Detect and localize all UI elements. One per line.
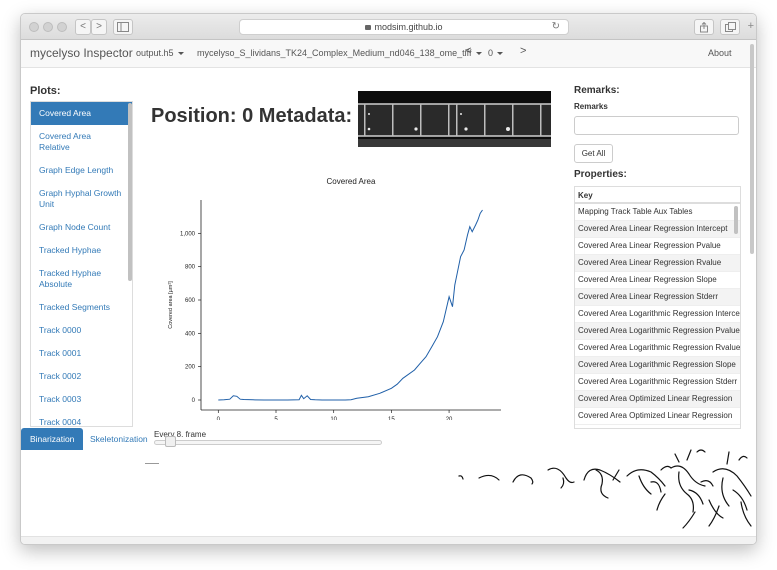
frame-slider-label: Every 8. frame bbox=[154, 430, 207, 439]
divider bbox=[145, 463, 159, 464]
plots-list-scrollbar[interactable] bbox=[128, 103, 132, 281]
property-row[interactable]: Mapping Track Table Aux Tables bbox=[575, 204, 740, 221]
chevron-down-icon bbox=[475, 52, 482, 56]
plot-item-graph-edge-length[interactable]: Graph Edge Length bbox=[31, 159, 132, 182]
y-tick-label: 1,000 bbox=[180, 231, 196, 237]
page-scrollbar[interactable] bbox=[750, 44, 754, 254]
property-row[interactable]: Covered Area Optimized Linear Regression bbox=[575, 408, 740, 425]
tabs-icon bbox=[724, 22, 736, 32]
frame-slider-track[interactable] bbox=[154, 440, 382, 445]
property-row[interactable]: Covered Area Optimized Linear Regression bbox=[575, 391, 740, 408]
sidebar-toggle-button[interactable] bbox=[113, 19, 133, 35]
covered-area-chart: Covered Area02004006008001,00005101520Ti… bbox=[168, 177, 501, 420]
property-row[interactable]: Covered Area Linear Regression Intercept bbox=[575, 221, 740, 238]
file-dropdown[interactable]: output.h5 bbox=[136, 48, 184, 58]
zoom-window-icon[interactable] bbox=[57, 22, 67, 32]
x-tick-label: 15 bbox=[388, 417, 395, 420]
position-dropdown-label: 0 bbox=[488, 48, 494, 58]
file-dropdown-label: output.h5 bbox=[136, 48, 174, 58]
get-all-button[interactable]: Get All bbox=[574, 144, 613, 163]
new-tab-button[interactable]: + bbox=[748, 20, 754, 32]
property-row[interactable]: Covered Area Logarithmic Regression Stde… bbox=[575, 374, 740, 391]
remarks-label: Remarks bbox=[574, 102, 608, 111]
x-tick-label: 20 bbox=[446, 417, 453, 420]
browser-titlebar: < > modsim.github.io ↻ + bbox=[21, 14, 756, 40]
property-row[interactable]: Covered Area Linear Regression Stderr bbox=[575, 289, 740, 306]
x-tick-label: 0 bbox=[217, 417, 221, 420]
chevron-down-icon bbox=[177, 52, 184, 56]
app-navbar: mycelyso Inspector output.h5 mycelyso_S_… bbox=[21, 40, 756, 68]
share-button[interactable] bbox=[694, 19, 714, 35]
url-text: modsim.github.io bbox=[374, 22, 443, 32]
plot-item-tracked-hyphae-absolute[interactable]: Tracked Hyphae Absolute bbox=[31, 262, 132, 296]
plots-heading: Plots: bbox=[30, 85, 61, 97]
plot-item-tracked-hyphae[interactable]: Tracked Hyphae bbox=[31, 239, 132, 262]
position-metadata-title: Position: 0 Metadata: bbox=[151, 105, 353, 127]
dataset-dropdown[interactable]: mycelyso_S_lividans_TK24_Complex_Medium_… bbox=[197, 48, 482, 58]
tab-binarization[interactable]: Binarization bbox=[21, 428, 84, 450]
plot-item-covered-area[interactable]: Covered Area bbox=[31, 102, 132, 125]
y-tick-label: 400 bbox=[185, 331, 196, 337]
y-tick-label: 600 bbox=[185, 298, 196, 304]
properties-table: Key Mapping Track Table Aux Tables Cover… bbox=[574, 186, 741, 429]
properties-heading: Properties: bbox=[574, 169, 627, 180]
plot-item-track-0004[interactable]: Track 0004 bbox=[31, 411, 132, 426]
property-row[interactable]: Covered Area Linear Regression Rvalue bbox=[575, 255, 740, 272]
properties-scrollbar[interactable] bbox=[734, 206, 738, 234]
tab-skeletonization[interactable]: Skeletonization bbox=[81, 428, 157, 450]
y-tick-label: 200 bbox=[185, 365, 196, 371]
position-thumbnail-image bbox=[358, 91, 551, 147]
series-line bbox=[218, 209, 483, 401]
tabs-overview-button[interactable] bbox=[720, 19, 740, 35]
properties-key-header[interactable]: Key bbox=[575, 187, 740, 204]
y-axis-label: Covered area [µm²] bbox=[168, 281, 174, 329]
close-window-icon[interactable] bbox=[29, 22, 39, 32]
property-row[interactable]: Covered Area Logarithmic Regression Pval… bbox=[575, 323, 740, 340]
remarks-input[interactable] bbox=[574, 116, 739, 135]
plot-item-covered-area-relative[interactable]: Covered Area Relative bbox=[31, 125, 132, 159]
back-button[interactable]: < bbox=[75, 19, 91, 35]
app-brand[interactable]: mycelyso Inspector bbox=[30, 46, 133, 60]
x-tick-label: 10 bbox=[330, 417, 337, 420]
chart-title: Covered Area bbox=[327, 177, 376, 186]
share-icon bbox=[700, 21, 708, 33]
minimize-window-icon[interactable] bbox=[43, 22, 53, 32]
plot-item-tracked-segments[interactable]: Tracked Segments bbox=[31, 296, 132, 319]
property-row[interactable]: Covered Area Linear Regression Slope bbox=[575, 272, 740, 289]
plot-item-track-0003[interactable]: Track 0003 bbox=[31, 388, 132, 411]
position-dropdown[interactable]: 0 bbox=[488, 48, 504, 58]
previous-position-button[interactable]: < bbox=[465, 45, 471, 57]
next-position-button[interactable]: > bbox=[520, 45, 526, 57]
chevron-down-icon bbox=[497, 52, 504, 56]
y-tick-label: 800 bbox=[185, 265, 196, 271]
lock-icon bbox=[365, 25, 372, 30]
plots-list: Covered Area Covered Area Relative Graph… bbox=[30, 101, 133, 427]
about-link[interactable]: About bbox=[708, 48, 732, 58]
property-row[interactable]: Covered Area Logarithmic Regression Slop… bbox=[575, 357, 740, 374]
microscopy-strip-image bbox=[358, 91, 551, 147]
forward-button[interactable]: > bbox=[91, 19, 107, 35]
y-tick-label: 0 bbox=[192, 398, 196, 404]
property-row[interactable]: Covered Area Logarithmic Regression Rval… bbox=[575, 340, 740, 357]
frame-slider-handle[interactable] bbox=[164, 436, 176, 447]
property-row[interactable]: Covered Area Linear Regression Pvalue bbox=[575, 238, 740, 255]
property-row[interactable]: Covered Area Logarithmic Regression Inte… bbox=[575, 306, 740, 323]
browser-window: < > modsim.github.io ↻ + mycelyso Inspec… bbox=[20, 13, 757, 545]
binarization-image bbox=[458, 449, 752, 529]
plot-item-graph-hyphal-growth-unit[interactable]: Graph Hyphal Growth Unit bbox=[31, 182, 132, 216]
reload-icon[interactable]: ↻ bbox=[552, 20, 560, 34]
remarks-heading: Remarks: bbox=[574, 85, 620, 96]
plot-item-track-0002[interactable]: Track 0002 bbox=[31, 365, 132, 388]
x-tick-label: 5 bbox=[274, 417, 278, 420]
plot-item-track-0001[interactable]: Track 0001 bbox=[31, 342, 132, 365]
dataset-dropdown-label: mycelyso_S_lividans_TK24_Complex_Medium_… bbox=[197, 48, 472, 58]
sidebar-icon bbox=[117, 22, 129, 32]
plot-item-track-0000[interactable]: Track 0000 bbox=[31, 319, 132, 342]
status-bar bbox=[21, 536, 756, 544]
address-bar[interactable]: modsim.github.io ↻ bbox=[239, 19, 569, 35]
plot-item-graph-node-count[interactable]: Graph Node Count bbox=[31, 216, 132, 239]
